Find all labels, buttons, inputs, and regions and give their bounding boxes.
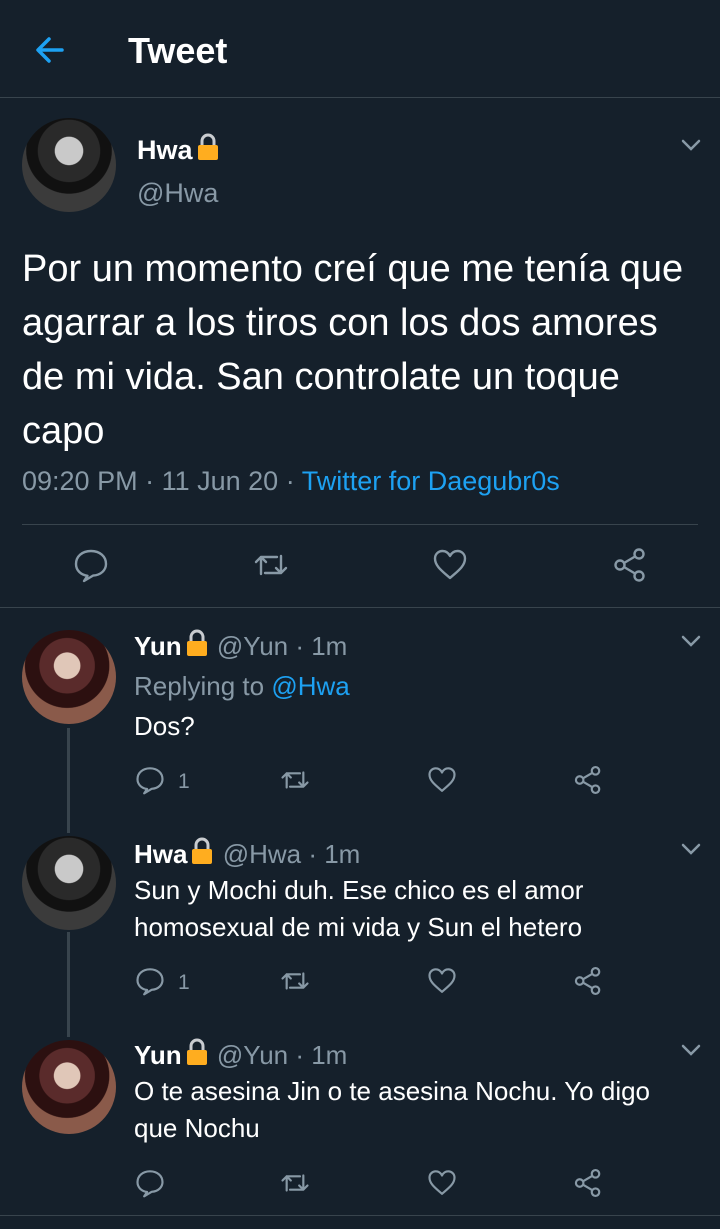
tweet-text: Por un momento creí que me tenía que aga… xyxy=(22,248,684,452)
like-icon[interactable] xyxy=(427,1168,457,1198)
reply-icon[interactable] xyxy=(135,765,165,795)
like-icon[interactable] xyxy=(427,966,457,996)
reply-author[interactable]: Yun @Yun · 1m xyxy=(134,628,347,662)
handle-time: @Hwa · 1m xyxy=(215,839,361,869)
chevron-down-icon[interactable] xyxy=(678,836,704,862)
author-name-text[interactable]: Hwa xyxy=(137,135,193,165)
thread-line xyxy=(67,728,70,833)
reply-text: Dos? xyxy=(134,711,195,741)
lock-icon xyxy=(186,1038,207,1065)
replying-prefix: Replying to xyxy=(134,671,272,701)
chevron-down-icon[interactable] xyxy=(678,628,704,654)
tweet-date: 11 Jun 20 xyxy=(161,466,279,496)
like-icon[interactable] xyxy=(432,547,468,583)
divider xyxy=(0,1215,720,1216)
reply-icon[interactable] xyxy=(135,1168,165,1198)
lock-icon xyxy=(186,629,207,656)
author-handle[interactable]: @Hwa xyxy=(137,178,218,209)
author-name[interactable]: Yun xyxy=(134,631,182,661)
handle-time: @Yun · 1m xyxy=(209,1040,348,1070)
author-name[interactable]: Hwa xyxy=(137,132,221,166)
meta-separator: · xyxy=(137,466,162,496)
avatar[interactable] xyxy=(22,836,116,930)
reply-text: O te asesina Jin o te asesina Nochu. Yo … xyxy=(134,1076,651,1143)
author-name[interactable]: Yun xyxy=(134,1040,182,1070)
chevron-down-icon[interactable] xyxy=(678,1037,704,1063)
handle-time: @Yun · 1m xyxy=(209,631,348,661)
reply-icon[interactable] xyxy=(135,966,165,996)
avatar[interactable] xyxy=(22,1040,116,1134)
lock-icon xyxy=(197,133,218,160)
tweet-time: 09:20 PM xyxy=(22,466,138,496)
reply-count: 1 xyxy=(178,770,190,793)
replying-to: Replying to @Hwa xyxy=(134,671,350,702)
tweet-source-link[interactable]: Twitter for Daegubr0s xyxy=(302,466,560,496)
reply-author[interactable]: Hwa @Hwa · 1m xyxy=(134,836,360,870)
share-icon[interactable] xyxy=(612,547,648,583)
lock-icon xyxy=(192,837,213,864)
back-arrow-icon[interactable] xyxy=(30,30,70,70)
meta-separator: · xyxy=(278,466,302,496)
reply-count: 1 xyxy=(178,971,190,994)
top-bar: Tweet xyxy=(0,0,720,98)
retweet-icon[interactable] xyxy=(253,547,289,583)
share-icon[interactable] xyxy=(573,765,603,795)
reply-text: Sun y Mochi duh. Ese chico es el amor ho… xyxy=(134,875,584,942)
share-icon[interactable] xyxy=(573,1168,603,1198)
tweet-meta: 09:20 PM · 11 Jun 20 · Twitter for Daegu… xyxy=(22,466,560,497)
retweet-icon[interactable] xyxy=(280,966,310,996)
reply-icon[interactable] xyxy=(73,547,109,583)
avatar[interactable] xyxy=(22,118,116,212)
main-tweet: Hwa @Hwa Por un momento creí que me tení… xyxy=(0,98,720,608)
avatar[interactable] xyxy=(22,630,116,724)
thread-line xyxy=(67,932,70,1037)
page-title: Tweet xyxy=(128,30,228,71)
retweet-icon[interactable] xyxy=(280,1168,310,1198)
divider xyxy=(22,524,698,525)
like-icon[interactable] xyxy=(427,765,457,795)
chevron-down-icon[interactable] xyxy=(678,132,704,158)
author-name[interactable]: Hwa xyxy=(134,839,187,869)
retweet-icon[interactable] xyxy=(280,765,310,795)
reply-author[interactable]: Yun @Yun · 1m xyxy=(134,1037,347,1071)
share-icon[interactable] xyxy=(573,966,603,996)
replying-handle-link[interactable]: @Hwa xyxy=(271,671,349,701)
